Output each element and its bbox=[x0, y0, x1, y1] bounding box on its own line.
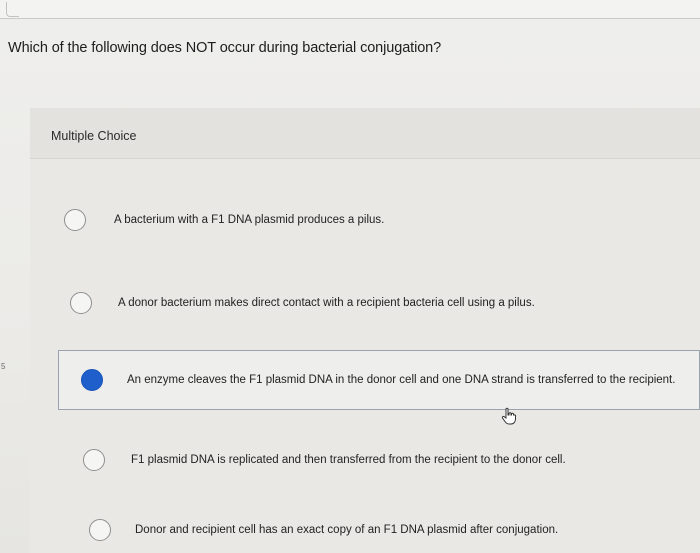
radio-button-1[interactable] bbox=[64, 209, 86, 231]
radio-button-4[interactable] bbox=[83, 449, 105, 471]
radio-button-3-selected[interactable] bbox=[81, 369, 103, 391]
answer-option-2[interactable]: A donor bacterium makes direct contact w… bbox=[70, 291, 670, 315]
left-edge-mark: 5 bbox=[1, 362, 6, 371]
answer-option-3-label: An enzyme cleaves the F1 plasmid DNA in … bbox=[127, 374, 676, 386]
answer-option-1[interactable]: A bacterium with a F1 DNA plasmid produc… bbox=[64, 208, 664, 232]
answer-option-5[interactable]: Donor and recipient cell has an exact co… bbox=[89, 518, 689, 542]
answer-option-4-label: F1 plasmid DNA is replicated and then tr… bbox=[131, 454, 566, 466]
top-bar-corner bbox=[6, 2, 19, 17]
answer-option-3[interactable]: An enzyme cleaves the F1 plasmid DNA in … bbox=[58, 350, 700, 410]
hand-pointer-icon bbox=[501, 407, 516, 425]
answer-option-2-label: A donor bacterium makes direct contact w… bbox=[118, 297, 535, 309]
answer-option-5-label: Donor and recipient cell has an exact co… bbox=[135, 524, 559, 536]
question-text: Which of the following does NOT occur du… bbox=[8, 40, 442, 56]
answer-option-4[interactable]: F1 plasmid DNA is replicated and then tr… bbox=[83, 448, 683, 472]
radio-button-5[interactable] bbox=[89, 519, 111, 541]
top-bar bbox=[0, 0, 700, 19]
question-type-label: Multiple Choice bbox=[51, 129, 137, 143]
answer-panel bbox=[30, 108, 700, 553]
radio-button-2[interactable] bbox=[70, 292, 92, 314]
answer-option-1-label: A bacterium with a F1 DNA plasmid produc… bbox=[114, 214, 385, 226]
